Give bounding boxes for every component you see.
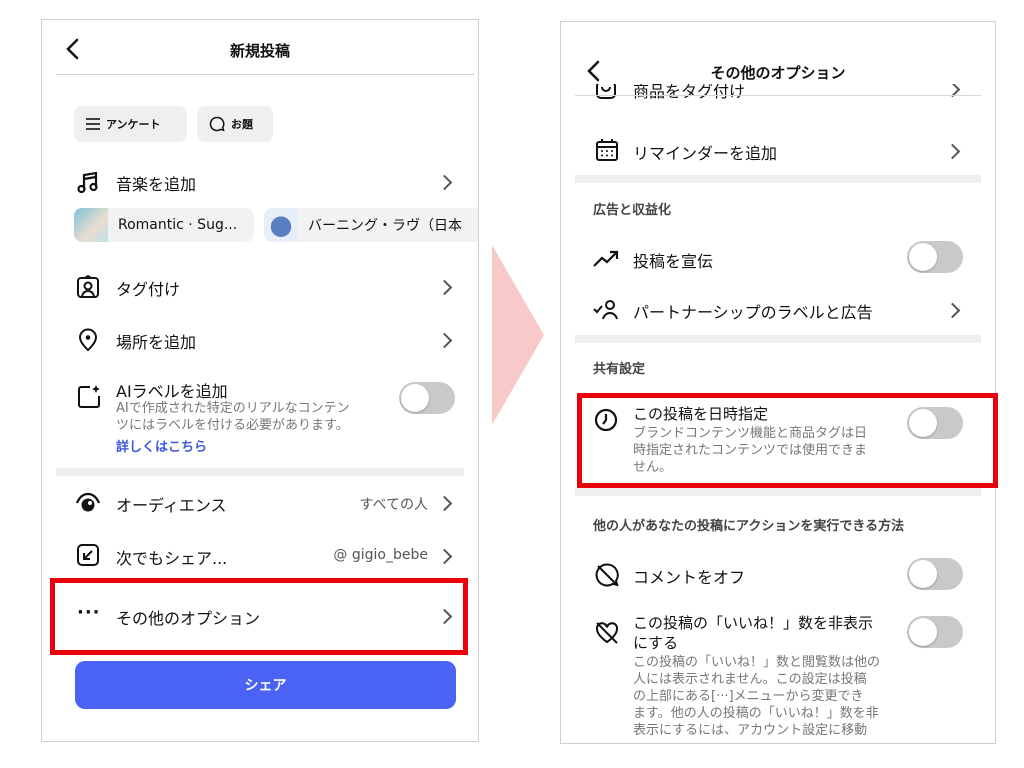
product-tag-row[interactable]: 商品をタグ付け: [561, 84, 995, 108]
comment-off-icon: [595, 563, 619, 587]
share-arrow-icon: [77, 544, 99, 566]
header-divider: [56, 74, 474, 75]
music-track-chip[interactable]: Romantic · Sug...: [74, 208, 254, 242]
hide-likes-toggle[interactable]: [907, 616, 963, 648]
promote-post-label: 投稿を宣伝: [633, 252, 714, 271]
partnership-label[interactable]: パートナーシップのラベルと広告: [633, 299, 873, 323]
comments-off-label: コメントをオフ: [633, 568, 746, 587]
trending-up-icon: [593, 250, 619, 267]
list-icon: [86, 118, 100, 130]
ai-label-title: AIラベルを追加: [116, 382, 228, 401]
music-track-chip[interactable]: バーニング・ラヴ（日本: [264, 208, 478, 242]
page-title: 新規投稿: [229, 42, 290, 60]
tag-chevron-icon: [436, 279, 453, 296]
ai-label-desc-line: AIで作成された特定のリアルなコンテン: [116, 401, 350, 416]
section-heading-sharing: 共有設定: [593, 362, 646, 377]
share-to-chevron-icon: [436, 548, 453, 565]
audience-chevron-icon: [436, 495, 453, 512]
partnership-chevron-icon: [944, 302, 961, 319]
section-divider: [575, 175, 981, 183]
add-music-label[interactable]: 音楽を追加: [116, 171, 196, 195]
audience-value: すべての人: [359, 497, 428, 513]
hide-likes-desc-line: の上部にある[···]メニューから変更でき: [633, 689, 864, 704]
tag-people-icon: [77, 275, 99, 298]
add-music-chevron-icon: [436, 174, 453, 191]
prompt-chip-label: お題: [231, 118, 253, 131]
location-pin-icon: [78, 328, 98, 352]
comments-off-toggle[interactable]: [907, 558, 963, 590]
share-to-label[interactable]: 次でもシェア...: [116, 545, 227, 569]
heart-off-icon: [595, 622, 619, 644]
promote-toggle[interactable]: [907, 241, 963, 273]
reminder-chevron-icon: [944, 143, 961, 160]
speech-bubble-icon: [209, 116, 225, 132]
section-heading-actions: 他の人があなたの投稿にアクションを実行できる方法: [593, 519, 905, 534]
share-to-account: @ gigio_bebe: [333, 547, 428, 563]
section-divider: [56, 468, 464, 476]
hide-likes-desc-line: この投稿の「いいね！」数と閲覧数は他の: [633, 655, 881, 670]
hide-likes-title: この投稿の「いいね！」数を非表示: [633, 614, 874, 632]
music-track-label: Romantic · Sug...: [118, 217, 238, 233]
prompt-chip[interactable]: お題: [197, 106, 273, 142]
learn-more-link[interactable]: 詳しくはこちら: [116, 436, 207, 455]
album-art-icon: [74, 208, 108, 242]
ai-label-icon: [78, 385, 100, 408]
poll-chip-label: アンケート: [106, 118, 161, 131]
add-location-label[interactable]: 場所を追加: [116, 329, 196, 353]
audience-label[interactable]: オーディエンス: [116, 492, 227, 516]
ai-label-toggle[interactable]: [399, 382, 455, 414]
tag-people-label[interactable]: タグ付け: [116, 276, 180, 300]
ai-label-desc-line: ツにはラベルを付ける必要があります。: [116, 418, 349, 433]
audience-eye-icon: [76, 492, 100, 512]
hide-likes-title: にする: [633, 634, 679, 652]
partnership-check-icon: [593, 300, 618, 320]
header-divider: [575, 95, 981, 96]
music-track-label: バーニング・ラヴ（日本: [308, 218, 462, 234]
more-options-screen: その他のオプション 商品をタグ付け リマインダーを追加 広告と収益化 投稿を宣伝…: [560, 21, 996, 744]
highlight-box: [50, 578, 468, 655]
section-divider: [575, 335, 981, 343]
section-divider: [575, 488, 981, 496]
music-note-icon: [77, 171, 98, 194]
product-tag-label: 商品をタグ付け: [633, 84, 746, 101]
shopping-bag-icon: [596, 84, 616, 99]
next-step-arrow-icon: [492, 245, 544, 425]
section-heading-ads: 広告と収益化: [593, 203, 672, 218]
album-art-icon: [264, 208, 298, 242]
location-chevron-icon: [436, 332, 453, 349]
hide-likes-desc-line: ます。他の人の投稿の「いいね！」数を非: [633, 706, 879, 721]
page-title: その他のオプション: [710, 64, 846, 82]
poll-chip[interactable]: アンケート: [74, 106, 187, 142]
calendar-icon: [596, 139, 618, 161]
add-reminder-label[interactable]: リマインダーを追加: [633, 140, 777, 164]
hide-likes-desc-line: 表示にするには、アカウント設定に移動: [633, 723, 868, 738]
share-button[interactable]: シェア: [75, 661, 456, 709]
hide-likes-desc-line: 人には表示されません。この設定は投稿: [633, 672, 867, 687]
highlight-box: [577, 393, 998, 488]
